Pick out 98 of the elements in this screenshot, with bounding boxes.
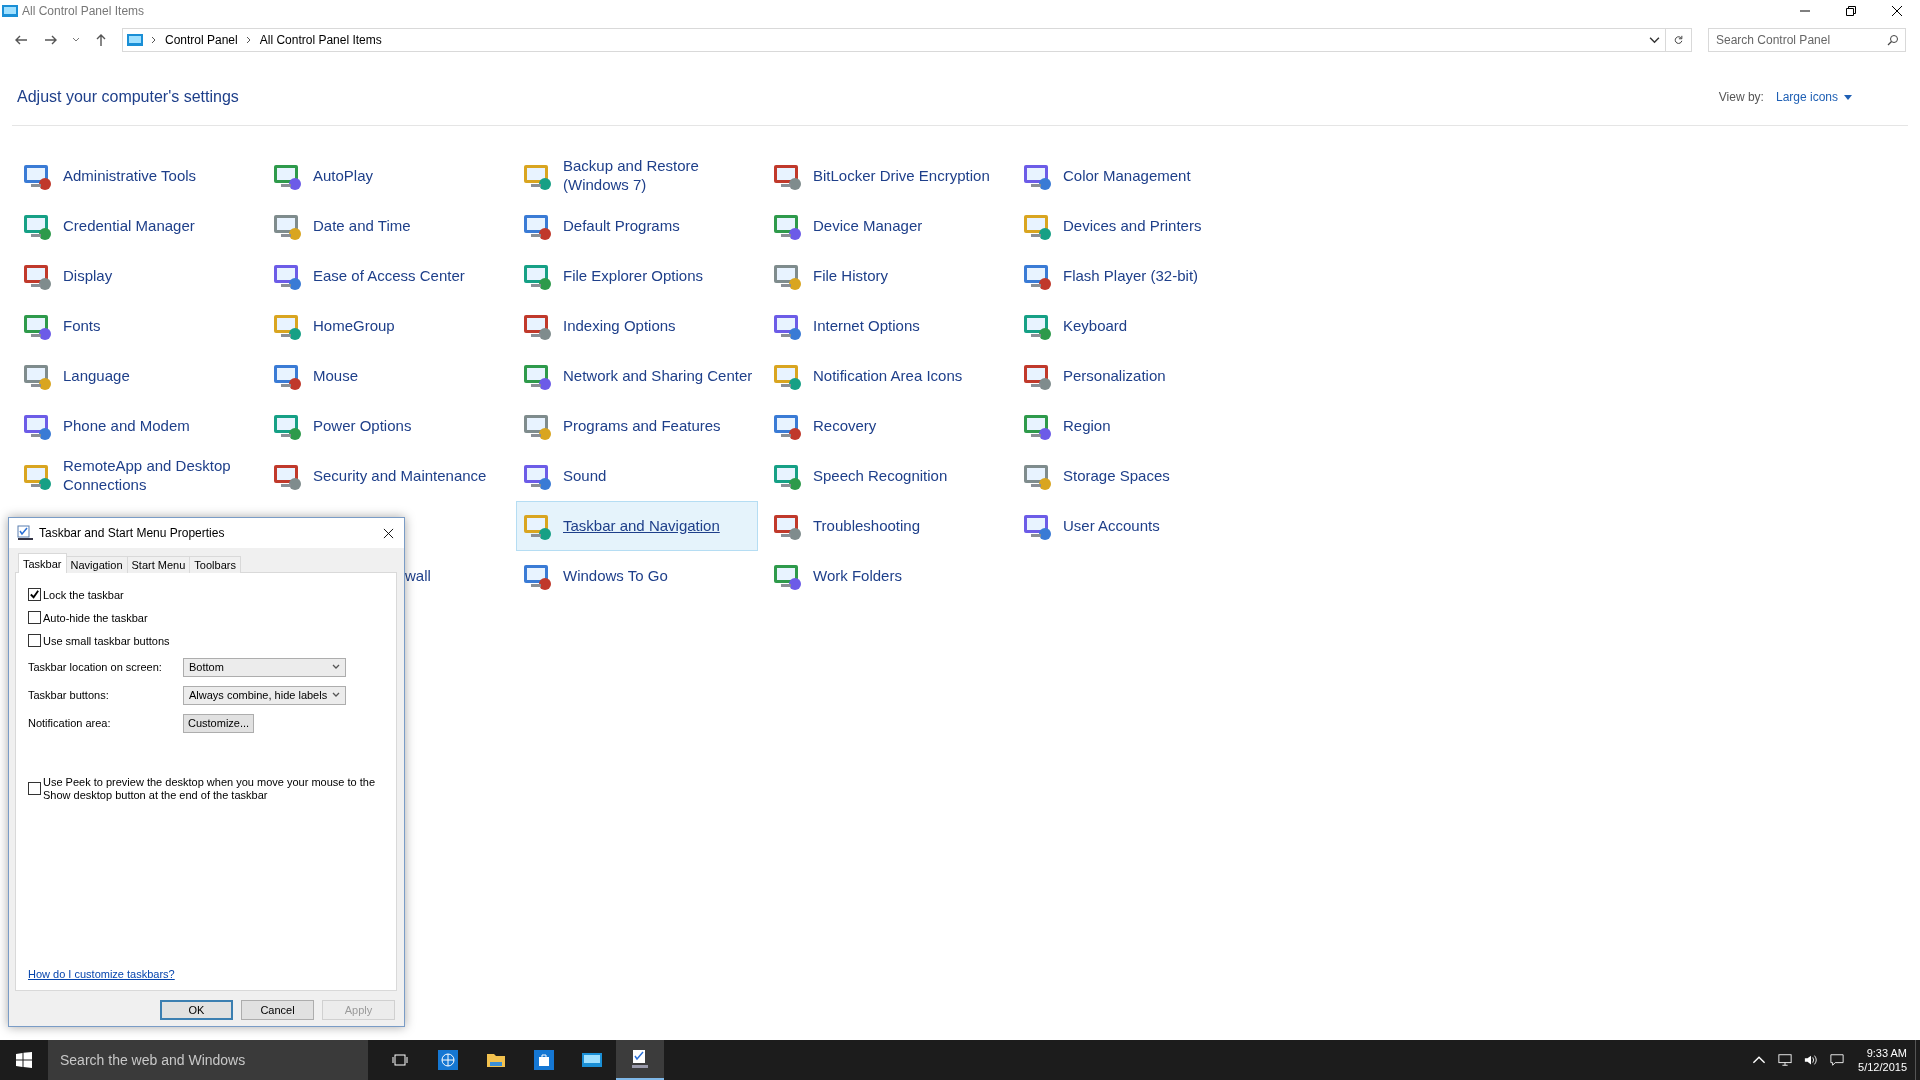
window-title: All Control Panel Items (22, 4, 145, 18)
checkbox[interactable] (28, 782, 41, 796)
dialog-tab[interactable]: Toolbars (189, 556, 241, 573)
search-icon (1887, 34, 1899, 46)
page-heading: Adjust your computer's settings (17, 88, 239, 106)
checkbox-label: Use Peek to preview the desktop when you move your mouse to the Show desktop button at the end of the taskbar (43, 776, 376, 802)
control-panel-item[interactable]: Windows To Go (516, 551, 758, 601)
checkbox-label: Lock the taskbar (43, 588, 124, 601)
taskbar-app-button[interactable] (616, 1040, 664, 1080)
view-by-label: View by: (1718, 90, 1764, 104)
start-windows-icon[interactable] (16, 1052, 32, 1068)
address-bar[interactable]: Control Panel All Control Panel Items (122, 28, 1692, 52)
control-panel-icon (127, 34, 143, 46)
control-panel-item[interactable]: Storage Spaces (1016, 451, 1258, 501)
control-panel-item[interactable]: Internet Options (766, 301, 1008, 351)
checkbox[interactable] (28, 611, 41, 624)
checklist-icon (17, 525, 33, 541)
control-panel-item[interactable]: Indexing Options (516, 301, 758, 351)
dialog-tab[interactable]: Navigation (65, 556, 128, 573)
control-panel-item[interactable]: Devices and Printers (1016, 201, 1258, 251)
close-icon[interactable] (383, 527, 394, 539)
control-panel-item[interactable]: AutoPlay (266, 151, 508, 201)
setting-label: Taskbar location on screen: (28, 661, 163, 673)
dropdown[interactable]: Bottom (183, 657, 346, 677)
dialog-tab[interactable]: Start Menu (126, 556, 191, 573)
chevron-down-icon (332, 692, 340, 698)
caret-down-icon (1844, 94, 1852, 100)
chevron-down-icon (332, 664, 340, 670)
control-panel-item[interactable]: Keyboard (1016, 301, 1258, 351)
up-arrow-icon[interactable] (94, 33, 108, 47)
chevron-down-icon[interactable] (1649, 35, 1660, 45)
control-panel-item[interactable]: RemoteApp and Desktop Connections (16, 451, 258, 501)
control-panel-item[interactable]: Speech Recognition (766, 451, 1008, 501)
control-panel-item[interactable]: HomeGroup (266, 301, 508, 351)
view-by-dropdown[interactable]: Large icons (1775, 90, 1852, 104)
back-arrow-icon[interactable] (14, 33, 28, 47)
restore-icon[interactable] (1845, 5, 1857, 17)
control-panel-item[interactable]: Language (16, 351, 258, 401)
control-panel-item[interactable]: Color Management (1016, 151, 1258, 201)
breadcrumb[interactable]: Control Panel (165, 33, 238, 47)
control-panel-item[interactable]: File Explorer Options (516, 251, 758, 301)
control-panel-item[interactable]: Work Folders (766, 551, 1008, 601)
globe-icon (438, 1050, 458, 1070)
close-icon[interactable] (1891, 5, 1903, 17)
control-panel-item[interactable]: Region (1016, 401, 1258, 451)
control-panel-item[interactable]: Ease of Access Center (266, 251, 508, 301)
customize-button[interactable]: Customize... (183, 713, 255, 733)
help-link[interactable]: How do I customize taskbars? (28, 968, 175, 980)
control-panel-item[interactable]: Taskbar and Navigation (516, 501, 758, 551)
checkbox-label: Use small taskbar buttons (43, 634, 170, 647)
checklist-icon (630, 1049, 650, 1069)
control-panel-item[interactable]: Administrative Tools (16, 151, 258, 201)
dropdown[interactable]: Always combine, hide labels (183, 685, 346, 705)
taskbar-search-field[interactable]: Search the web and Windows (48, 1040, 368, 1080)
forward-arrow-icon[interactable] (44, 33, 58, 47)
control-panel-item[interactable]: Device Manager (766, 201, 1008, 251)
control-panel-item[interactable]: Notification Area Icons (766, 351, 1008, 401)
chevron-right-icon (151, 36, 157, 44)
clock[interactable]: 9:33 AM 5/12/2015 (1858, 1046, 1907, 1074)
speaker-icon[interactable] (1804, 1053, 1819, 1067)
control-panel-item[interactable]: User Accounts (1016, 501, 1258, 551)
control-panel-item[interactable]: Date and Time (266, 201, 508, 251)
control-panel-item[interactable]: File History (766, 251, 1008, 301)
control-panel-item[interactable]: BitLocker Drive Encryption (766, 151, 1008, 201)
setting-label: Taskbar buttons: (28, 689, 110, 701)
refresh-icon[interactable] (1673, 35, 1684, 45)
control-panel-item[interactable]: Credential Manager (16, 201, 258, 251)
search-field[interactable]: Search Control Panel (1708, 28, 1906, 52)
control-panel-item[interactable]: Flash Player (32-bit) (1016, 251, 1258, 301)
dialog-button[interactable]: Cancel (241, 1000, 314, 1020)
control-panel-icon (582, 1050, 602, 1070)
dialog-title: Taskbar and Start Menu Properties (39, 526, 225, 540)
checkbox[interactable] (28, 588, 41, 601)
control-panel-item[interactable]: Troubleshooting (766, 501, 1008, 551)
breadcrumb[interactable]: All Control Panel Items (259, 33, 382, 47)
control-panel-item[interactable]: Phone and Modem (16, 401, 258, 451)
control-panel-item[interactable]: Fonts (16, 301, 258, 351)
item-label[interactable]: wall (405, 566, 431, 586)
control-panel-item[interactable]: Backup and Restore (Windows 7) (516, 151, 758, 201)
control-panel-item[interactable]: Security and Maintenance (266, 451, 508, 501)
chevron-right-icon (245, 36, 252, 44)
control-panel-icon (2, 5, 18, 17)
message-icon[interactable] (1830, 1053, 1845, 1067)
control-panel-item[interactable]: Network and Sharing Center (516, 351, 758, 401)
control-panel-item[interactable]: Mouse (266, 351, 508, 401)
control-panel-item[interactable]: Sound (516, 451, 758, 501)
checkbox[interactable] (28, 634, 41, 647)
control-panel-item[interactable]: Personalization (1016, 351, 1258, 401)
control-panel-item[interactable]: Default Programs (516, 201, 758, 251)
control-panel-item[interactable]: Display (16, 251, 258, 301)
dialog-tab[interactable]: Taskbar (18, 553, 67, 573)
control-panel-item[interactable]: Power Options (266, 401, 508, 451)
setting-label: Notification area: (28, 717, 112, 729)
checkbox-label: Auto-hide the taskbar (43, 611, 148, 624)
control-panel-item[interactable]: Programs and Features (516, 401, 758, 451)
control-panel-item[interactable]: Recovery (766, 401, 1008, 451)
shopping-bag-icon (534, 1050, 554, 1070)
dialog-button[interactable]: OK (160, 1000, 233, 1020)
